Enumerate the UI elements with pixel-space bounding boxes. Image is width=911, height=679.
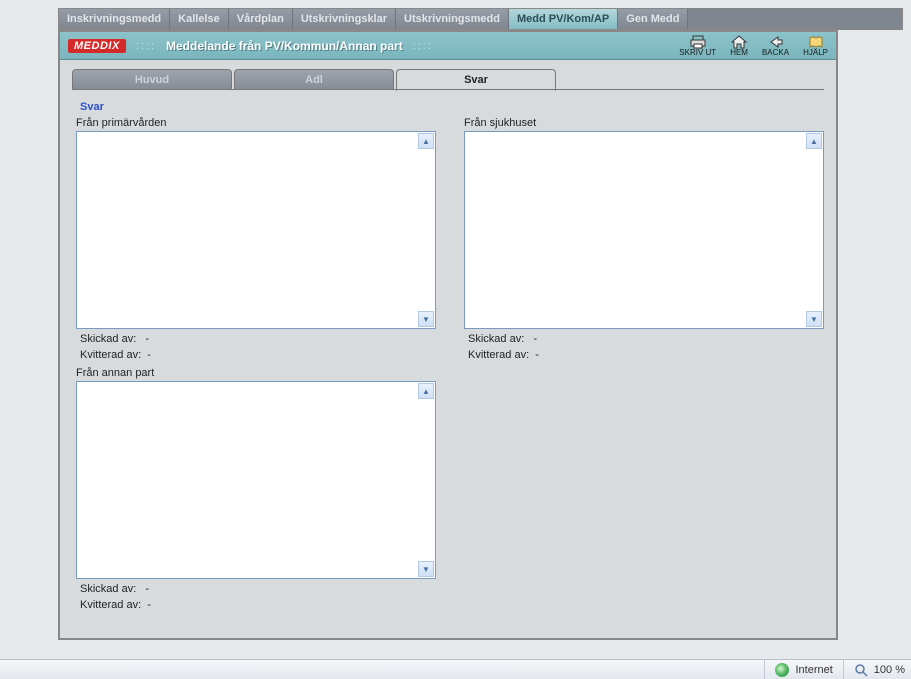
kvitterad-label: Kvitterad av:: [80, 599, 141, 611]
help-button[interactable]: HJÄLP: [803, 35, 828, 57]
tab-utskrivningsklar[interactable]: Utskrivningsklar: [293, 9, 396, 29]
label-primarvarden: Från primärvården: [76, 117, 436, 129]
tab-kallelse[interactable]: Kallelse: [170, 9, 229, 29]
meta-sjukhuset-kvitterad: Kvitterad av: -: [468, 349, 824, 361]
textarea-annan[interactable]: ▲ ▼: [76, 381, 436, 579]
kvitterad-label: Kvitterad av:: [80, 349, 141, 361]
decoration-dots: ::::: [413, 40, 433, 52]
scroll-down-icon[interactable]: ▼: [806, 311, 822, 327]
home-label: HEM: [730, 49, 748, 57]
scroll-down-icon[interactable]: ▼: [418, 561, 434, 577]
print-button[interactable]: SKRIV UT: [679, 35, 716, 57]
panel-header: MEDDIX :::: Meddelande från PV/Kommun/An…: [60, 32, 836, 60]
skickad-label: Skickad av:: [80, 583, 136, 595]
internet-zone-icon: [775, 663, 789, 677]
kvitterad-label: Kvitterad av:: [468, 349, 529, 361]
scroll-up-icon[interactable]: ▲: [806, 133, 822, 149]
skickad-label: Skickad av:: [468, 333, 524, 345]
app-logo: MEDDIX: [68, 39, 126, 53]
skickad-value: -: [145, 583, 149, 595]
skickad-label: Skickad av:: [80, 333, 136, 345]
skickad-value: -: [145, 333, 149, 345]
decoration-dots: ::::: [136, 40, 156, 52]
scroll-up-icon[interactable]: ▲: [418, 133, 434, 149]
kvitterad-value: -: [147, 349, 151, 361]
section-title-svar: Svar: [80, 101, 820, 113]
subtab-adl[interactable]: Adl: [234, 69, 394, 90]
meta-annan-kvitterad: Kvitterad av: -: [80, 599, 436, 611]
status-zone-label: Internet: [795, 664, 832, 676]
status-zone: Internet: [765, 660, 842, 679]
back-button[interactable]: BACKA: [762, 35, 789, 57]
subtab-svar[interactable]: Svar: [396, 69, 556, 91]
zoom-value: 100 %: [874, 664, 905, 676]
tab-gen-medd[interactable]: Gen Medd: [618, 9, 688, 29]
meta-annan-skickad: Skickad av: -: [80, 583, 436, 595]
scroll-down-icon[interactable]: ▼: [418, 311, 434, 327]
status-zoom[interactable]: 100 %: [843, 660, 911, 679]
browser-status-bar: Internet 100 %: [0, 659, 911, 679]
printer-icon: [690, 35, 706, 49]
label-sjukhuset: Från sjukhuset: [464, 117, 824, 129]
header-toolbar: SKRIV UT HEM BACKA HJÄLP: [679, 35, 828, 57]
help-label: HJÄLP: [803, 49, 828, 57]
home-button[interactable]: HEM: [730, 35, 748, 57]
tab-utskrivningsmedd[interactable]: Utskrivningsmedd: [396, 9, 509, 29]
meta-primarvarden-kvitterad: Kvitterad av: -: [80, 349, 436, 361]
content-area: Svar Från primärvården ▲ ▼ Skickad av: -…: [60, 91, 836, 621]
status-spacer: [0, 660, 765, 679]
help-book-icon: [808, 35, 824, 49]
kvitterad-value: -: [147, 599, 151, 611]
label-annan: Från annan part: [76, 367, 436, 379]
zoom-icon: [854, 663, 868, 677]
subtab-huvud[interactable]: Huvud: [72, 69, 232, 90]
scroll-up-icon[interactable]: ▲: [418, 383, 434, 399]
page-title: Meddelande från PV/Kommun/Annan part: [166, 39, 403, 53]
kvitterad-value: -: [535, 349, 539, 361]
back-label: BACKA: [762, 49, 789, 57]
sub-tab-bar: Huvud Adl Svar: [72, 68, 836, 90]
tab-medd-pv-kom-ap[interactable]: Medd PV/Kom/AP: [509, 9, 618, 29]
column-sjukhuset: Från sjukhuset ▲ ▼ Skickad av: - Kvitter…: [464, 115, 824, 611]
meta-sjukhuset-skickad: Skickad av: -: [468, 333, 824, 345]
textarea-sjukhuset[interactable]: ▲ ▼: [464, 131, 824, 329]
tab-vardplan[interactable]: Vårdplan: [229, 9, 293, 29]
skickad-value: -: [533, 333, 537, 345]
print-label: SKRIV UT: [679, 49, 716, 57]
column-primarvarden: Från primärvården ▲ ▼ Skickad av: - Kvit…: [76, 115, 436, 611]
subtab-underline: [72, 89, 824, 90]
back-arrow-icon: [768, 35, 784, 49]
meta-primarvarden-skickad: Skickad av: -: [80, 333, 436, 345]
home-icon: [731, 35, 747, 49]
textarea-primarvarden[interactable]: ▲ ▼: [76, 131, 436, 329]
top-tab-bar: Inskrivningsmedd Kallelse Vårdplan Utskr…: [58, 8, 903, 30]
main-panel: MEDDIX :::: Meddelande från PV/Kommun/An…: [58, 30, 838, 640]
tab-inskrivningsmedd[interactable]: Inskrivningsmedd: [59, 9, 170, 29]
